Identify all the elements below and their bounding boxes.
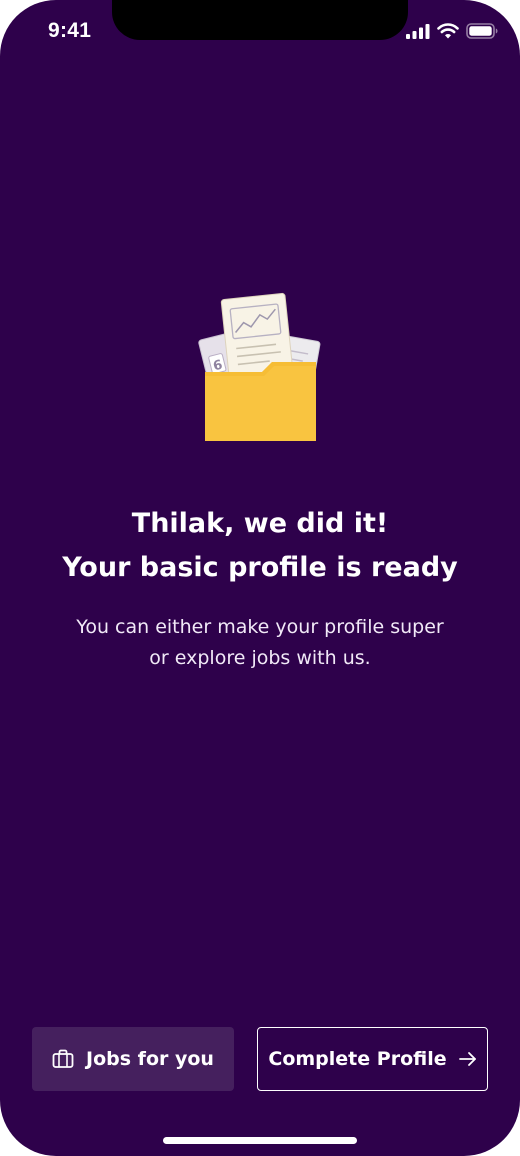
status-time: 9:41: [48, 19, 92, 42]
page-subtitle: You can either make your profile super o…: [0, 612, 520, 674]
complete-profile-label: Complete Profile: [268, 1048, 447, 1070]
subtitle-line-1: You can either make your profile super: [76, 616, 444, 638]
arrow-right-icon: [458, 1052, 476, 1066]
phone-screen: 9:41 6 Thilak, we did it! Your basic pro…: [0, 0, 520, 1156]
title-line-greeting: Thilak, we did it!: [131, 508, 389, 539]
folder-with-documents-icon: 6: [198, 292, 321, 441]
complete-profile-button[interactable]: Complete Profile: [257, 1027, 488, 1091]
title-line-status: Your basic profile is ready: [62, 552, 458, 583]
battery-icon: [466, 23, 498, 39]
cellular-signal-icon: [406, 23, 430, 39]
subtitle-line-2: or explore jobs with us.: [149, 647, 371, 669]
jobs-for-you-button[interactable]: Jobs for you: [32, 1027, 234, 1091]
device-notch: [112, 0, 408, 40]
briefcase-icon: [52, 1049, 74, 1068]
wifi-icon: [437, 23, 459, 39]
jobs-for-you-label: Jobs for you: [86, 1048, 214, 1070]
home-indicator[interactable]: [163, 1137, 357, 1144]
page-title: Thilak, we did it! Your basic profile is…: [0, 502, 520, 590]
status-icons: [406, 23, 498, 39]
